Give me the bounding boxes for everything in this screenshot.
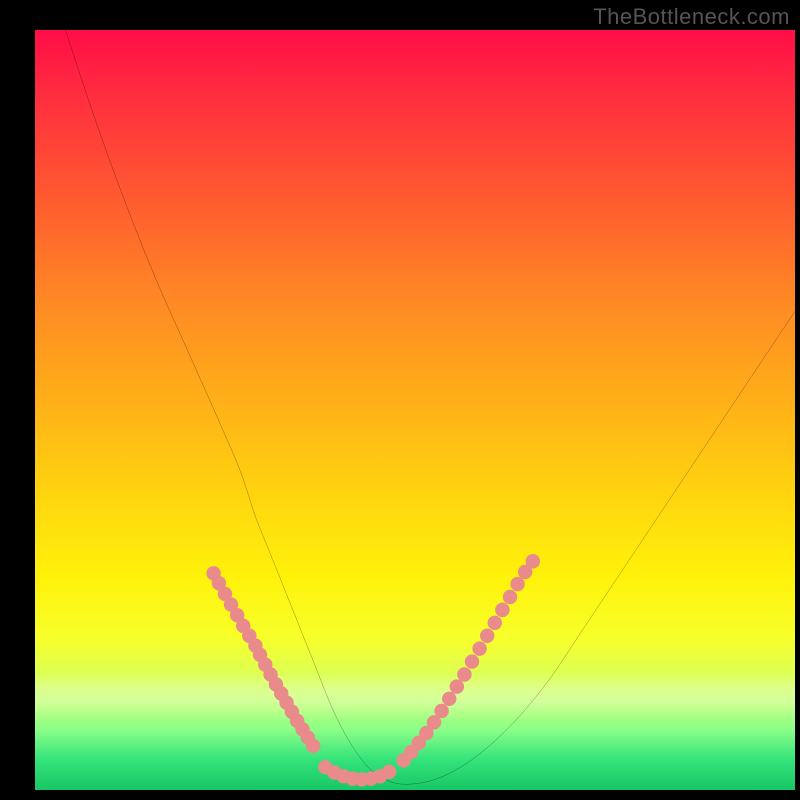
valley-highlight-dots (318, 760, 396, 787)
highlight-dot (442, 692, 456, 706)
left-highlight-dots (206, 566, 320, 753)
highlight-dot (472, 641, 486, 655)
watermark-text: TheBottleneck.com (593, 4, 790, 30)
highlight-dot (495, 603, 509, 617)
highlight-dot (526, 554, 540, 568)
highlight-dot (382, 765, 396, 779)
chart-frame: TheBottleneck.com (0, 0, 800, 800)
highlight-dot (450, 679, 464, 693)
highlight-dot (306, 739, 320, 753)
highlight-dot (465, 654, 479, 668)
highlight-dot (480, 629, 494, 643)
curve-layer (35, 30, 795, 790)
highlight-dot (488, 616, 502, 630)
highlight-dot (457, 667, 471, 681)
highlight-dot (503, 590, 517, 604)
highlight-dot (510, 577, 524, 591)
plot-area (35, 30, 795, 790)
right-highlight-dots (396, 554, 540, 768)
bottleneck-curve-path (65, 30, 795, 784)
highlight-dot (434, 704, 448, 718)
